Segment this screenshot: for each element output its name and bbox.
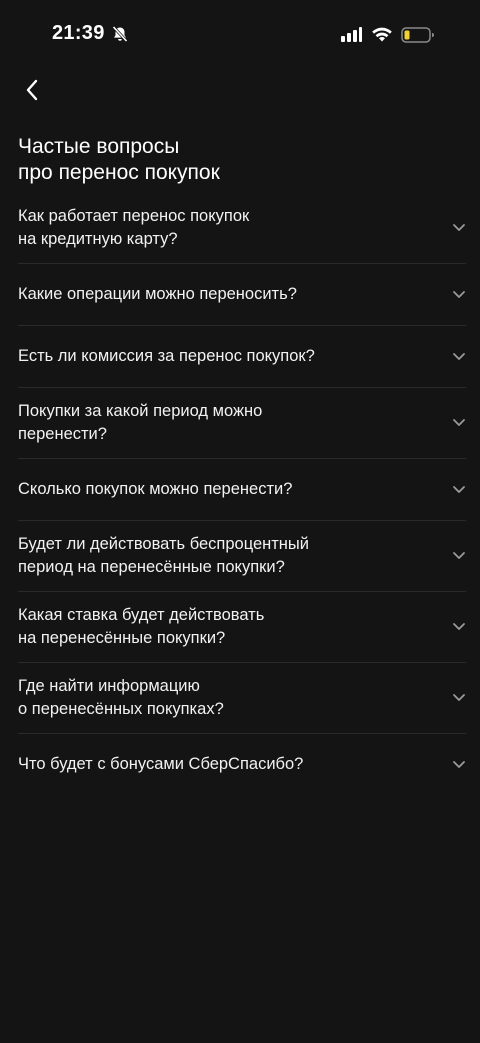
chevron-down-icon [453,485,465,493]
back-button[interactable] [14,72,50,108]
faq-question: Будет ли действовать беспроцентный перио… [18,535,309,576]
faq-question: Какая ставка будет действовать на перене… [18,606,265,647]
chevron-down-icon [453,419,465,426]
faq-question: Сколько покупок можно перенести? [18,480,293,498]
bell-slash-icon [112,25,128,43]
faq-item[interactable]: Есть ли комиссия за перенос покупок? [18,326,466,388]
faq-question: Есть ли комиссия за перенос покупок? [18,347,315,365]
faq-item[interactable]: Как работает перенос покупок на кредитну… [18,193,466,264]
faq-list: Как работает перенос покупок на кредитну… [18,193,466,795]
battery-icon [401,27,434,43]
faq-item[interactable]: Будет ли действовать беспроцентный перио… [18,521,466,592]
chevron-down-icon [453,694,465,701]
status-time: 21:39 [52,22,105,44]
status-bar: 21:39 [0,0,480,70]
chevron-left-icon [26,79,38,101]
chevron-down-icon [453,290,465,298]
wifi-icon [372,27,392,42]
chevron-down-icon [453,352,465,360]
faq-item[interactable]: Где найти информацию о перенесённых поку… [18,663,466,734]
faq-item[interactable]: Какая ставка будет действовать на перене… [18,592,466,663]
faq-item[interactable]: Покупки за какой период можно перенести? [18,388,466,459]
faq-item[interactable]: Что будет с бонусами СберСпасибо? [18,734,466,795]
chevron-down-icon [453,760,465,768]
faq-item[interactable]: Какие операции можно переносить? [18,264,466,326]
faq-question: Как работает перенос покупок на кредитну… [18,207,250,248]
chevron-down-icon [453,552,465,559]
faq-item[interactable]: Сколько покупок можно перенести? [18,459,466,521]
faq-question: Что будет с бонусами СберСпасибо? [18,755,304,773]
chevron-down-icon [453,623,465,630]
faq-question: Где найти информацию о перенесённых поку… [18,677,224,718]
page-title: Частые вопросы про перенос покупок [18,135,220,184]
faq-question: Какие операции можно переносить? [18,285,297,303]
signal-icon [341,27,362,42]
chevron-down-icon [453,224,465,231]
faq-question: Покупки за какой период можно перенести? [18,402,263,443]
